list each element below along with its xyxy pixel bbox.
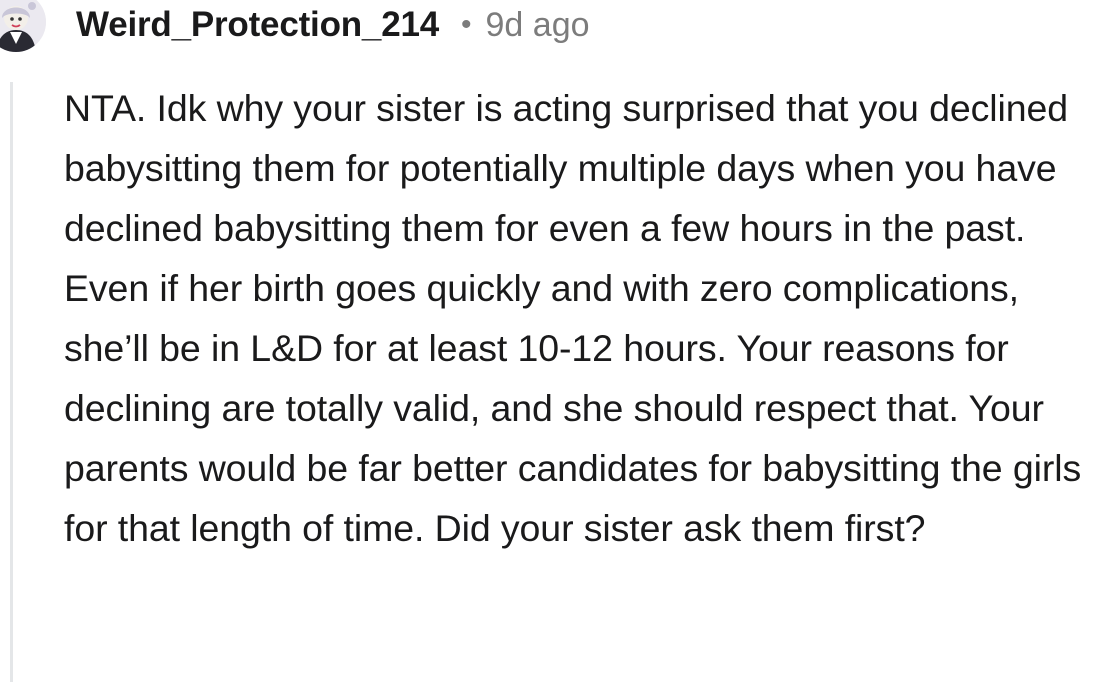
thread-collapse-line[interactable] [10, 82, 13, 682]
comment-body: NTA. Idk why your sister is acting surpr… [64, 87, 1082, 549]
comment-timestamp[interactable]: 9d ago [486, 6, 590, 45]
meta-separator: • [461, 8, 472, 41]
user-avatar-icon [0, 0, 46, 52]
user-avatar[interactable] [0, 0, 46, 52]
comment-header: Weird_Protection_214 • 9d ago [76, 0, 590, 50]
comment-author-link[interactable]: Weird_Protection_214 [76, 5, 439, 45]
